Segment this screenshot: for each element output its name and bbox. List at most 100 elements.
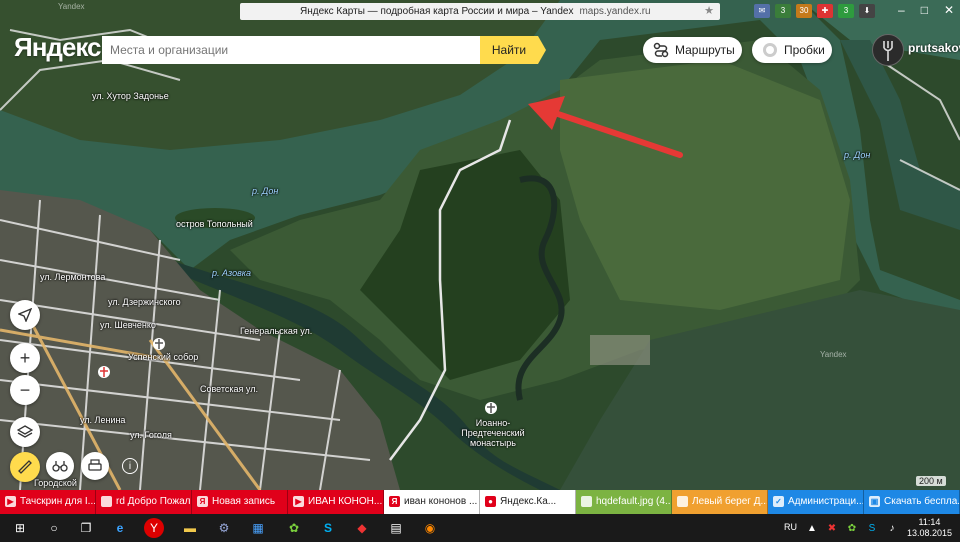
browser-tab[interactable]: ▣ Скачать беспла... — [864, 490, 960, 514]
clock[interactable]: 11:14 13.08.2015 — [907, 517, 952, 539]
routes-label: Маршруты — [675, 43, 735, 57]
street-label: ул. Лермонтова — [40, 272, 106, 282]
browser-tab[interactable]: Я Новая запись — [192, 490, 288, 514]
browser-tab[interactable]: Яиван кононов ... — [384, 490, 480, 514]
badge-icon[interactable]: 30 — [796, 4, 812, 18]
ruler-button[interactable] — [10, 452, 40, 482]
river-label: р. Дон — [252, 186, 279, 196]
username: prutsakov — [908, 41, 960, 55]
tab-label: hqdefault.jpg (4... — [596, 496, 672, 507]
tab-favicon-icon: ✓ — [773, 496, 784, 507]
window-controls: – □ ✕ — [898, 3, 954, 17]
print-icon — [88, 459, 102, 471]
info-button[interactable]: i — [116, 452, 144, 480]
minimize-icon[interactable]: – — [898, 3, 905, 17]
traffic-button[interactable]: Пробки — [752, 37, 832, 63]
search-box: Найти — [102, 36, 546, 64]
binoculars-icon — [52, 461, 68, 472]
minus-icon: − — [19, 379, 31, 400]
tab-favicon-icon: Я — [389, 496, 400, 507]
traffic-icon — [763, 43, 777, 57]
badge-icon[interactable]: 3 — [838, 4, 854, 18]
yandex-logo[interactable]: Яндекс — [14, 32, 101, 63]
browser-tab[interactable]: Левый берег Д... — [672, 490, 768, 514]
street-label: ул. Гоголя — [130, 430, 172, 440]
map-imagery — [0, 0, 960, 490]
browser-tab[interactable]: ✓ Администраци... — [768, 490, 864, 514]
routes-button[interactable]: Маршруты — [643, 37, 742, 63]
wifi-icon[interactable]: ▲ — [802, 518, 822, 538]
close-icon[interactable]: ✕ — [944, 3, 954, 17]
print-button[interactable] — [81, 452, 109, 480]
date: 13.08.2015 — [906, 528, 952, 538]
tray-icon[interactable]: S — [862, 518, 882, 538]
route-icon — [653, 42, 669, 58]
search-icon[interactable]: ○ — [44, 518, 64, 538]
street-label: ул. Дзержинского — [108, 297, 181, 307]
tab-favicon-icon: ● — [485, 496, 496, 507]
locate-button[interactable] — [10, 300, 40, 330]
mail-icon[interactable]: ✉ — [754, 4, 770, 18]
download-icon[interactable]: ⬇ — [859, 4, 875, 18]
address-bar[interactable]: Яндекс Карты — подробная карта России и … — [240, 3, 720, 20]
browser-tab-bar: ▶ Тачскрин для I... rd Добро Пожало... Я Нов… — [0, 490, 960, 514]
task-view-icon[interactable]: ❐ — [76, 518, 96, 538]
scale-label: 200 м — [916, 476, 946, 486]
app-icon[interactable]: ▤ — [386, 518, 406, 538]
panorama-button[interactable] — [46, 452, 74, 480]
browser-tab[interactable]: ▶ Тачскрин для I... — [0, 490, 96, 514]
tab-label: Скачать беспла... — [884, 496, 960, 507]
app-icon[interactable]: ◉ — [420, 518, 440, 538]
badge-icon[interactable]: 3 — [775, 4, 791, 18]
satellite-map[interactable]: ул. Хутор Задонье р. Дон р. Дон остров Т… — [0, 0, 960, 490]
browser-title-bar: Яндекс Карты — подробная карта России и … — [0, 0, 960, 22]
poi-label[interactable]: Иоанно-Предтеченский монастырь — [448, 418, 538, 448]
skype-icon[interactable]: S — [318, 518, 338, 538]
alert-icon[interactable]: ✖ — [822, 518, 842, 538]
info-icon: i — [122, 458, 138, 474]
browser-tab[interactable]: rd Добро Пожало... — [96, 490, 192, 514]
yandex-browser-icon[interactable]: Y — [144, 518, 164, 538]
edge-icon[interactable]: e — [110, 518, 130, 538]
ruler-icon — [18, 460, 32, 474]
island-label: остров Топольный — [176, 219, 253, 229]
layers-icon — [17, 425, 33, 438]
tab-favicon-icon — [101, 496, 112, 507]
tab-favicon-icon: ▶ — [293, 496, 304, 507]
search-button[interactable]: Найти — [480, 36, 546, 64]
volume-icon[interactable]: ♪ — [882, 518, 902, 538]
app-icon[interactable]: ◆ — [352, 518, 372, 538]
street-label: Советская ул. — [200, 384, 258, 394]
tray-icon[interactable]: ✿ — [842, 518, 862, 538]
browser-tab[interactable]: ● Яндекс.Ка... — [480, 490, 576, 514]
fork-icon — [883, 41, 893, 61]
page-title: Яндекс Карты — подробная карта России и … — [300, 6, 574, 17]
river-label: р. Дон — [844, 150, 871, 160]
extension-icon[interactable]: ✚ — [817, 4, 833, 18]
network-icon[interactable]: ⚙ — [214, 518, 234, 538]
windows-start-icon[interactable]: ⊞ — [10, 518, 30, 538]
zoom-in-button[interactable]: + — [10, 343, 40, 373]
maximize-icon[interactable]: □ — [921, 3, 928, 17]
tab-favicon-icon: Я — [197, 496, 208, 507]
tab-label: иван кононов ... — [404, 496, 478, 507]
layers-button[interactable] — [10, 417, 40, 447]
domain-text: maps.yandex.ru — [579, 6, 651, 17]
extension-icons: ✉ 3 30 ✚ 3 ⬇ — [754, 4, 875, 20]
poi-label[interactable]: Успенский собор — [128, 352, 198, 362]
app-icon[interactable]: ▦ — [248, 518, 268, 538]
zoom-out-button[interactable]: − — [10, 375, 40, 405]
browser-tab[interactable]: hqdefault.jpg (4... — [576, 490, 672, 514]
browser-tab[interactable]: ▶ ИВАН КОНОН... — [288, 490, 384, 514]
language-indicator[interactable]: RU — [784, 522, 797, 532]
navigation-arrow-icon — [18, 308, 32, 322]
folder-icon[interactable]: ▬ — [180, 518, 200, 538]
icq-icon[interactable]: ✿ — [284, 518, 304, 538]
tab-label: Левый берег Д... — [692, 496, 768, 507]
star-icon[interactable]: ★ — [704, 3, 714, 20]
plus-icon: + — [19, 347, 31, 368]
avatar[interactable] — [872, 34, 904, 66]
search-input[interactable] — [102, 36, 480, 64]
street-label: ул. Хутор Задонье — [92, 91, 169, 101]
street-label: Генеральская ул. — [240, 326, 313, 336]
